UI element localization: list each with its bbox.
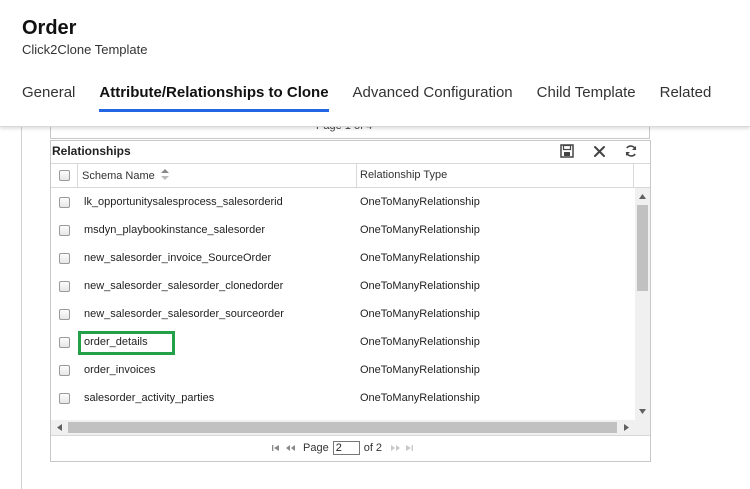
grid-header: Schema Name Relationship Type (51, 163, 650, 188)
table-row[interactable] (51, 412, 635, 420)
table-row[interactable]: msdyn_playbookinstance_salesorder OneToM… (51, 216, 635, 244)
schema-name-cell: order_invoices (84, 364, 156, 376)
page-label: Page (303, 442, 329, 454)
previous-page-button[interactable] (283, 442, 297, 454)
horizontal-scrollbar[interactable] (51, 420, 635, 435)
grid-pager: Page of 2 (51, 435, 650, 461)
tab-general[interactable]: General (22, 84, 75, 110)
row-checkbox[interactable] (59, 365, 70, 376)
last-page-icon (406, 445, 414, 451)
table-row[interactable]: order_invoices OneToManyRelationship (51, 356, 635, 384)
horizontal-scroll-thumb[interactable] (68, 422, 617, 433)
table-row[interactable]: salesorder_activity_parties OneToManyRel… (51, 384, 635, 412)
row-checkbox[interactable] (59, 337, 70, 348)
table-row[interactable]: new_salesorder_salesorder_clonedorder On… (51, 272, 635, 300)
relationship-type-cell: OneToManyRelationship (360, 196, 480, 208)
page-count: of 2 (363, 442, 383, 454)
row-checkbox[interactable] (59, 393, 70, 404)
scroll-down-arrow-icon[interactable] (638, 407, 647, 416)
row-checkbox[interactable] (59, 225, 70, 236)
scroll-up-arrow-icon[interactable] (638, 192, 647, 201)
tab-related[interactable]: Related (660, 84, 712, 110)
tab-attribute-relationships[interactable]: Attribute/Relationships to Clone (99, 84, 329, 112)
save-button[interactable] (558, 142, 576, 160)
first-page-button[interactable] (269, 442, 283, 454)
vertical-scrollbar[interactable] (635, 188, 650, 420)
relationship-type-cell: OneToManyRelationship (360, 252, 480, 264)
page-number-input[interactable] (332, 441, 360, 455)
relationship-type-cell: OneToManyRelationship (360, 224, 480, 236)
column-separator (356, 164, 357, 188)
schema-name-cell: lk_opportunitysalesprocess_salesorderid (84, 196, 283, 208)
first-page-icon (272, 445, 279, 451)
row-checkbox[interactable] (59, 309, 70, 320)
vertical-scroll-thumb[interactable] (637, 205, 648, 291)
sort-icon (160, 169, 169, 180)
pager-controls: Page of 2 (269, 441, 416, 455)
column-separator (633, 164, 634, 188)
row-checkbox[interactable] (59, 253, 70, 264)
table-row[interactable]: lk_opportunitysalesprocess_salesorderid … (51, 188, 635, 216)
save-icon (560, 144, 574, 158)
schema-name-cell: order_details (84, 336, 148, 348)
row-checkbox[interactable] (59, 281, 70, 292)
relationships-rows: lk_opportunitysalesprocess_salesorderid … (51, 188, 635, 420)
refresh-button[interactable] (622, 142, 640, 160)
tab-child-template[interactable]: Child Template (537, 84, 636, 110)
next-page-button[interactable] (388, 442, 402, 454)
close-icon (593, 145, 605, 157)
scroll-left-arrow-icon[interactable] (55, 423, 64, 432)
relationship-type-cell: OneToManyRelationship (360, 336, 480, 348)
delete-button[interactable] (590, 142, 608, 160)
schema-name-cell: msdyn_playbookinstance_salesorder (84, 224, 265, 236)
schema-name-header-label: Schema Name (82, 170, 155, 182)
page-subtitle: Click2Clone Template (22, 42, 148, 57)
refresh-icon (625, 145, 637, 157)
relationship-type-cell: OneToManyRelationship (360, 280, 480, 292)
previous-page-icon (285, 445, 295, 451)
schema-name-cell: new_salesorder_invoice_SourceOrder (84, 252, 272, 264)
relationships-title: Relationships (52, 144, 131, 158)
relationships-panel: Relationships Schema Name Relationship T… (50, 140, 651, 462)
relationships-toolbar (558, 142, 640, 160)
form-header: Order Click2Clone Template General Attri… (0, 0, 750, 127)
column-header-relationship-type[interactable]: Relationship Type (360, 169, 447, 181)
relationship-type-cell: OneToManyRelationship (360, 364, 480, 376)
select-all-checkbox[interactable] (59, 170, 70, 181)
schema-name-cell: salesorder_activity_parties (84, 392, 215, 404)
page-title: Order (22, 17, 77, 39)
table-row[interactable]: new_salesorder_salesorder_sourceorder On… (51, 300, 635, 328)
scroll-right-arrow-icon[interactable] (622, 423, 631, 432)
table-row[interactable]: order_details OneToManyRelationship (51, 328, 635, 356)
row-checkbox[interactable] (59, 197, 70, 208)
relationship-type-cell: OneToManyRelationship (360, 308, 480, 320)
column-separator (77, 164, 78, 188)
page-frame-border (21, 127, 22, 489)
next-page-icon (390, 445, 400, 451)
tab-bar: General Attribute/Relationships to Clone… (22, 84, 735, 112)
schema-name-cell: new_salesorder_salesorder_clonedorder (84, 280, 284, 292)
relationship-type-cell: OneToManyRelationship (360, 392, 480, 404)
column-header-schema-name[interactable]: Schema Name (82, 169, 169, 182)
scrollbar-corner (635, 420, 650, 435)
last-page-button[interactable] (402, 442, 416, 454)
table-row[interactable]: new_salesorder_invoice_SourceOrder OneTo… (51, 244, 635, 272)
schema-name-cell: new_salesorder_salesorder_sourceorder (84, 308, 284, 320)
tab-advanced-configuration[interactable]: Advanced Configuration (353, 84, 513, 110)
